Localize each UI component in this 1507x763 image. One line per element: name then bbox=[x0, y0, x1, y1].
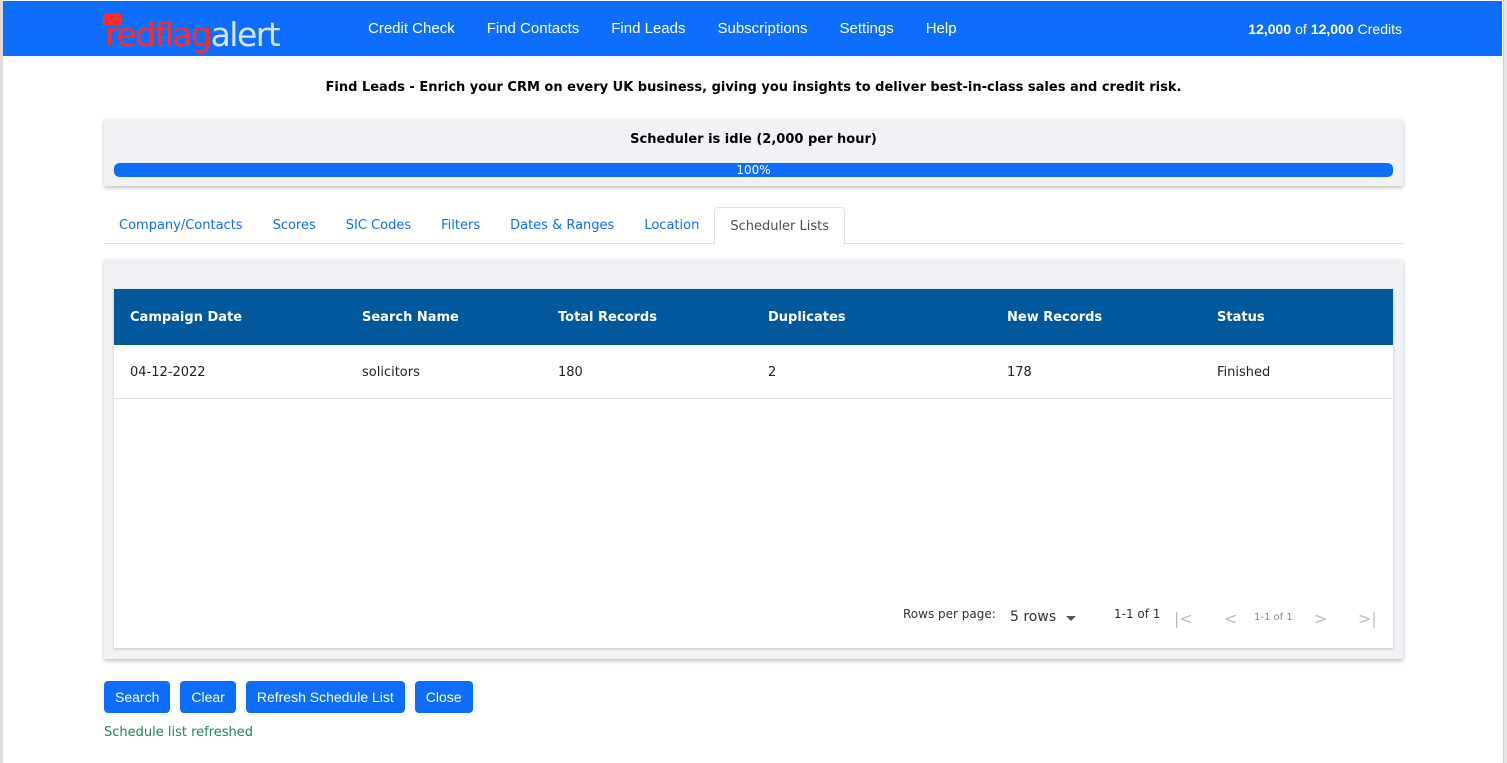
credits-of: of bbox=[1295, 20, 1307, 37]
page-subtitle: Find Leads - Enrich your CRM on every UK… bbox=[325, 80, 1182, 95]
credits-label: Credits bbox=[1357, 20, 1402, 37]
pagination-range-small: 1-1 of 1 bbox=[1254, 612, 1293, 623]
logo-text: redflagalert bbox=[105, 15, 281, 54]
scheduler-status-text: Scheduler is idle (2,000 per hour) bbox=[630, 132, 877, 147]
clear-button[interactable]: Clear bbox=[180, 681, 236, 713]
filter-tabs: Company/Contacts Scores SIC Codes Filter… bbox=[104, 207, 1403, 245]
credits-total: 12,000 bbox=[1310, 20, 1354, 37]
column-header-status[interactable]: Status bbox=[1217, 289, 1265, 345]
column-header-duplicates[interactable]: Duplicates bbox=[768, 289, 846, 345]
nav-credit-check[interactable]: Credit Check bbox=[368, 20, 455, 37]
app-window: redflagalert Credit Check Find Contacts … bbox=[0, 0, 1507, 763]
cell-search-name: solicitors bbox=[362, 364, 420, 380]
nav-help[interactable]: Help bbox=[926, 20, 957, 37]
close-button[interactable]: Close bbox=[414, 681, 473, 713]
brand-logo[interactable]: redflagalert bbox=[103, 11, 281, 54]
refresh-schedule-list-button[interactable]: Refresh Schedule List bbox=[245, 681, 405, 713]
progress-fill: 100% bbox=[114, 163, 1393, 177]
nav-find-contacts[interactable]: Find Contacts bbox=[487, 20, 580, 37]
column-header-search-name[interactable]: Search Name bbox=[362, 289, 459, 345]
scheduler-list-card: Campaign Date Search Name Total Records … bbox=[104, 259, 1403, 659]
nav-settings[interactable]: Settings bbox=[840, 20, 894, 37]
cell-total-records: 180 bbox=[558, 364, 583, 380]
rows-per-page-value: 5 rows bbox=[1010, 609, 1057, 625]
caret-down-icon bbox=[1066, 616, 1077, 621]
column-header-total-records[interactable]: Total Records bbox=[558, 289, 657, 345]
tab-filters[interactable]: Filters bbox=[426, 207, 495, 244]
flag-icon bbox=[103, 13, 121, 25]
prev-page-icon[interactable]: < bbox=[1224, 609, 1237, 629]
rows-per-page-select[interactable]: 5 rows bbox=[1010, 609, 1077, 625]
pagination-range: 1-1 of 1 bbox=[1114, 607, 1161, 621]
table-pagination: Rows per page: 5 rows 1-1 of 1 |< < 1-1 … bbox=[114, 605, 1393, 635]
nav-menu: Credit Check Find Contacts Find Leads Su… bbox=[368, 1, 989, 56]
action-buttons: Search Clear Refresh Schedule List Close bbox=[104, 681, 483, 713]
cell-status: Finished bbox=[1217, 364, 1271, 380]
nav-subscriptions[interactable]: Subscriptions bbox=[717, 20, 807, 37]
table-header: Campaign Date Search Name Total Records … bbox=[114, 289, 1393, 345]
column-header-campaign-date[interactable]: Campaign Date bbox=[130, 289, 242, 345]
credits-counter: 12,000 of 12,000 Credits bbox=[1248, 1, 1402, 56]
first-page-icon[interactable]: |< bbox=[1174, 609, 1193, 629]
rows-per-page-label: Rows per page: bbox=[903, 607, 996, 621]
window-left-edge bbox=[0, 0, 3, 763]
tab-dates-ranges[interactable]: Dates & Ranges bbox=[495, 207, 629, 244]
tab-company-contacts[interactable]: Company/Contacts bbox=[104, 207, 258, 244]
window-scrollbar[interactable] bbox=[1503, 0, 1507, 763]
column-header-new-records[interactable]: New Records bbox=[1007, 289, 1102, 345]
tab-scores[interactable]: Scores bbox=[258, 207, 331, 244]
nav-find-leads[interactable]: Find Leads bbox=[611, 20, 685, 37]
tab-scheduler-lists[interactable]: Scheduler Lists bbox=[714, 207, 846, 245]
scheduler-status-card: Scheduler is idle (2,000 per hour) 100% bbox=[104, 119, 1403, 186]
top-navbar: redflagalert Credit Check Find Contacts … bbox=[3, 1, 1502, 56]
credits-used: 12,000 bbox=[1248, 20, 1292, 37]
cell-campaign-date: 04-12-2022 bbox=[130, 364, 206, 380]
cell-duplicates: 2 bbox=[768, 364, 777, 380]
table-row[interactable]: 04-12-2022 solicitors 180 2 178 Finished bbox=[114, 345, 1393, 399]
search-button[interactable]: Search bbox=[104, 681, 171, 713]
last-page-icon[interactable]: >| bbox=[1358, 609, 1377, 629]
next-page-icon[interactable]: > bbox=[1314, 609, 1327, 629]
progress-label: 100% bbox=[736, 163, 771, 177]
scheduler-table: Campaign Date Search Name Total Records … bbox=[114, 289, 1393, 648]
scheduler-progress-bar: 100% bbox=[114, 163, 1393, 177]
status-message: Schedule list refreshed bbox=[104, 725, 254, 740]
cell-new-records: 178 bbox=[1007, 364, 1032, 380]
tab-location[interactable]: Location bbox=[629, 207, 714, 244]
tab-sic-codes[interactable]: SIC Codes bbox=[331, 207, 426, 244]
